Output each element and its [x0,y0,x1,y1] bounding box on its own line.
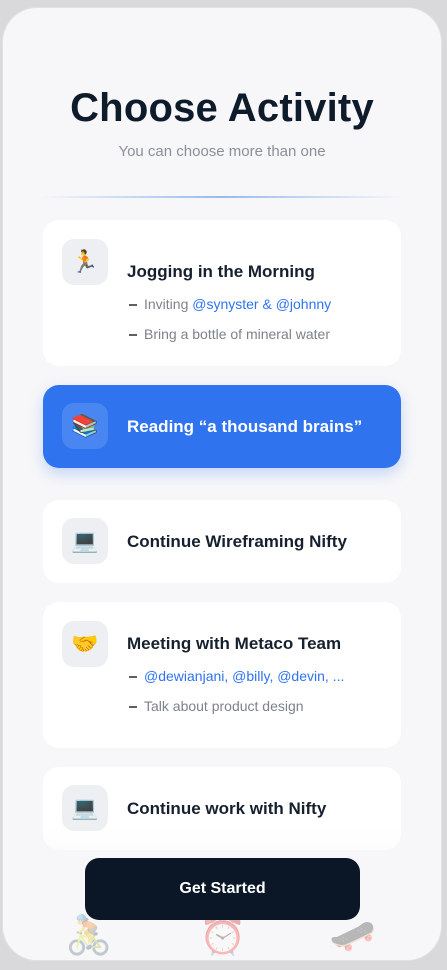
invite-prefix: Inviting [144,296,193,312]
activity-title: Continue Wireframing Nifty [127,532,347,551]
get-started-button[interactable]: Get Started [85,858,360,920]
mention-link[interactable]: @synyster & @johnny [192,296,331,312]
activity-card-wireframing[interactable]: 💻 Continue Wireframing Nifty [43,500,401,583]
books-icon: 📚 [62,403,108,449]
note-text: Bring a bottle of mineral water [144,326,330,342]
dash-bullet [129,334,137,337]
laptop-icon: 💻 [62,518,108,564]
activity-detail-note: Talk about product design [129,698,304,714]
activity-card-meeting[interactable]: 🤝 Meeting with Metaco Team @dewianjani, … [43,602,401,748]
page-subtitle: You can choose more than one [118,143,326,160]
activity-title: Reading “a thousand brains” [127,417,363,436]
dash-bullet [129,304,137,307]
activity-card-jogging[interactable]: 🏃 Jogging in the Morning Inviting @synys… [43,220,401,366]
laptop-icon: 💻 [62,785,108,831]
runner-icon: 🏃 [62,239,108,285]
dash-bullet [129,706,137,709]
note-text: Talk about product design [144,698,304,714]
activity-title: Jogging in the Morning [127,262,315,281]
header-divider [39,196,405,198]
app-screen: Choose Activity You can choose more than… [3,8,441,960]
mention-link[interactable]: @dewianjani, @billy, @devin, ... [144,668,344,684]
handshake-icon: 🤝 [62,621,108,667]
skateboard-icon: 🛹 [329,915,377,957]
activity-title: Meeting with Metaco Team [127,634,342,653]
activity-detail-invite: Inviting @synyster & @johnny [129,296,331,312]
cyclist-icon: 🚴 [65,915,113,957]
alarm-clock-icon: ⏰ [199,915,247,957]
activity-title: Continue work with Nifty [127,799,327,818]
activity-detail-attendees: @dewianjani, @billy, @devin, ... [129,668,344,684]
page-title: Choose Activity [70,86,374,130]
activity-detail-note: Bring a bottle of mineral water [129,326,330,342]
dash-bullet [129,676,137,679]
activity-card-reading[interactable]: 📚 Reading “a thousand brains” [43,385,401,468]
